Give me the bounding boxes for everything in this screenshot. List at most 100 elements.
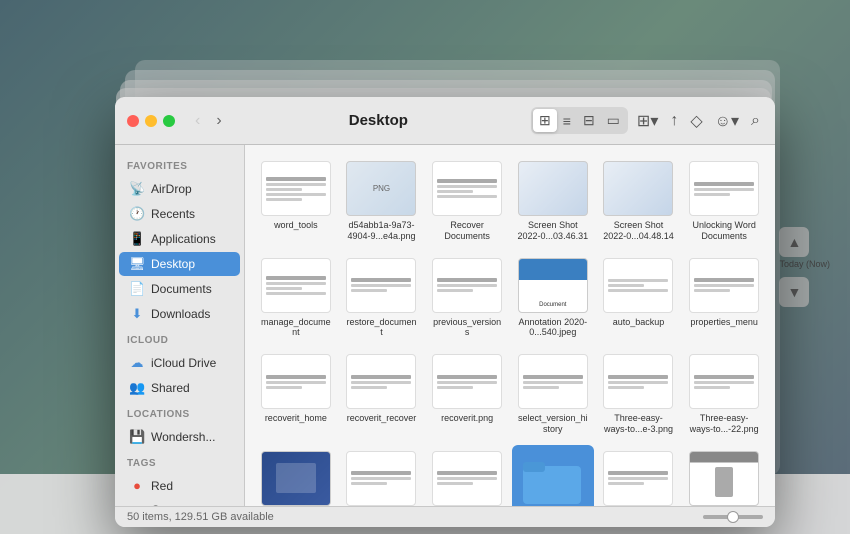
sidebar-item-label: Shared [151,381,190,395]
sidebar-item-shared[interactable]: 👥 Shared [119,376,240,400]
notification-panel: ▲ Today (Now) ▼ [779,227,830,307]
sidebar-item-label: iCloud Drive [151,356,216,370]
sidebar-item-label: Downloads [151,307,210,321]
icloud-icon: ☁ [129,355,145,371]
sidebar-item-downloads[interactable]: ⬇ Downloads [119,302,240,326]
share-button[interactable]: ↑ [667,109,681,133]
close-button[interactable] [127,115,139,127]
file-item[interactable]: finder_gotofolder [683,445,765,506]
file-item[interactable]: version_history [255,445,337,506]
view-options-button[interactable]: ⊞▾ [634,108,661,134]
maximize-button[interactable] [163,115,175,127]
sidebar-item-applications[interactable]: 📱 Applications [119,227,240,251]
tags-label: Tags [115,450,244,473]
status-text: 50 items, 129.51 GB available [127,511,274,523]
file-item[interactable]: recoverit.png [426,348,508,441]
sidebar-item-documents[interactable]: 📄 Documents [119,277,240,301]
file-item[interactable]: select_version_history [512,348,594,441]
list-view-button[interactable]: ≡ [557,110,577,132]
file-thumbnail [261,354,331,409]
file-item[interactable]: properties_menu [683,252,765,345]
file-item[interactable]: Unlocking Word Documents [683,155,765,248]
file-thumbnail [603,258,673,313]
file-item[interactable]: Three-easy-ways-to...-22.png [683,348,765,441]
today-label: Today (Now) [779,259,830,269]
folder-icon [523,456,583,506]
shared-icon: 👥 [129,380,145,396]
file-item[interactable]: browse_version_menu [426,445,508,506]
file-name: recoverit.png [441,413,493,424]
sidebar-item-wondersh[interactable]: 💾 Wondersh... [119,425,240,449]
sidebar-item-icloud[interactable]: ☁ iCloud Drive [119,351,240,375]
file-name: manage_document [260,317,332,339]
file-item[interactable]: word_tools [255,155,337,248]
file-area: word_tools PNG d54abb1a-9a73-4904-9...e4… [245,145,775,506]
sidebar-item-red[interactable]: ● Red [119,474,240,497]
file-name: properties_menu [690,317,758,328]
file-item-recover-docs-mac[interactable]: Recover Documents Mac [512,445,594,506]
file-item[interactable]: Wondershare-Recover...rive.jpeg [341,445,423,506]
file-item[interactable]: manage_document [255,252,337,345]
locations-label: Locations [115,401,244,424]
file-name: Three-easy-ways-to...e-3.png [602,413,674,435]
airdrop-icon: 📡 [129,181,145,197]
file-item[interactable]: restore_document [341,252,423,345]
toolbar: ‹ › Desktop ⊞ ≡ ⊟ ▭ ⊞▾ ↑ ◇ ☺▾ ⌕ [115,97,775,145]
sidebar-item-label: Applications [151,232,216,246]
search-button[interactable]: ⌕ [748,109,763,133]
file-thumbnail [432,258,502,313]
tag-button[interactable]: ◇ [687,108,705,134]
sidebar-item-airdrop[interactable]: 📡 AirDrop [119,177,240,201]
file-item[interactable]: PNG d54abb1a-9a73-4904-9...e4a.png [341,155,423,248]
file-thumbnail [518,161,588,216]
scroll-down-button[interactable]: ▼ [779,277,809,307]
file-item[interactable]: auto_backup [598,252,680,345]
file-thumbnail [432,161,502,216]
documents-icon: 📄 [129,281,145,297]
sidebar-item-label: AirDrop [151,182,192,196]
file-item[interactable]: version_history_mac [598,445,680,506]
file-thumbnail: PNG [346,161,416,216]
column-view-button[interactable]: ⊟ [577,109,601,132]
sidebar-item-label: Wondersh... [151,430,215,444]
file-thumbnail [346,258,416,313]
minimize-button[interactable] [145,115,157,127]
file-thumbnail [689,451,759,506]
window-controls [127,115,175,127]
file-name: select_version_history [517,413,589,435]
file-item[interactable]: Recover Documents [426,155,508,248]
content-area: Favorites 📡 AirDrop 🕐 Recents 📱 Applicat… [115,145,775,506]
file-item[interactable]: previous_versions [426,252,508,345]
page-title: Desktop [234,112,523,129]
gallery-view-button[interactable]: ▭ [601,109,626,132]
file-name: Screen Shot 2022-0...04.48.14 [602,220,674,242]
sidebar-item-orange[interactable]: ● Orange [119,498,240,506]
file-thumbnail [261,451,331,506]
file-thumbnail [518,451,588,506]
back-button[interactable]: ‹ [191,110,204,132]
file-item[interactable]: Three-easy-ways-to...e-3.png [598,348,680,441]
scroll-up-button[interactable]: ▲ [779,227,809,257]
file-item[interactable]: recoverit_recover [341,348,423,441]
file-name: Three-easy-ways-to...-22.png [688,413,760,435]
icloud-label: iCloud [115,327,244,350]
file-name: auto_backup [613,317,665,328]
sidebar-item-label: Red [151,479,173,493]
forward-button[interactable]: › [212,110,225,132]
file-item[interactable]: Screen Shot 2022-0...04.48.14 [598,155,680,248]
file-item[interactable]: Document Annotation 2020-0...540.jpeg [512,252,594,345]
downloads-icon: ⬇ [129,306,145,322]
zoom-slider[interactable] [703,515,763,519]
file-thumbnail [689,354,759,409]
sidebar-item-recents[interactable]: 🕐 Recents [119,202,240,226]
file-thumbnail [261,258,331,313]
file-name: word_tools [274,220,318,231]
file-item[interactable]: recoverit_home [255,348,337,441]
sidebar-item-label: Documents [151,282,212,296]
grid-view-button[interactable]: ⊞ [533,109,557,132]
file-item[interactable]: Screen Shot 2022-0...03.46.31 [512,155,594,248]
file-thumbnail [346,451,416,506]
sidebar-item-desktop[interactable]: 🖥 Desktop [119,252,240,276]
file-thumbnail [689,161,759,216]
emoji-button[interactable]: ☺▾ [712,108,742,134]
